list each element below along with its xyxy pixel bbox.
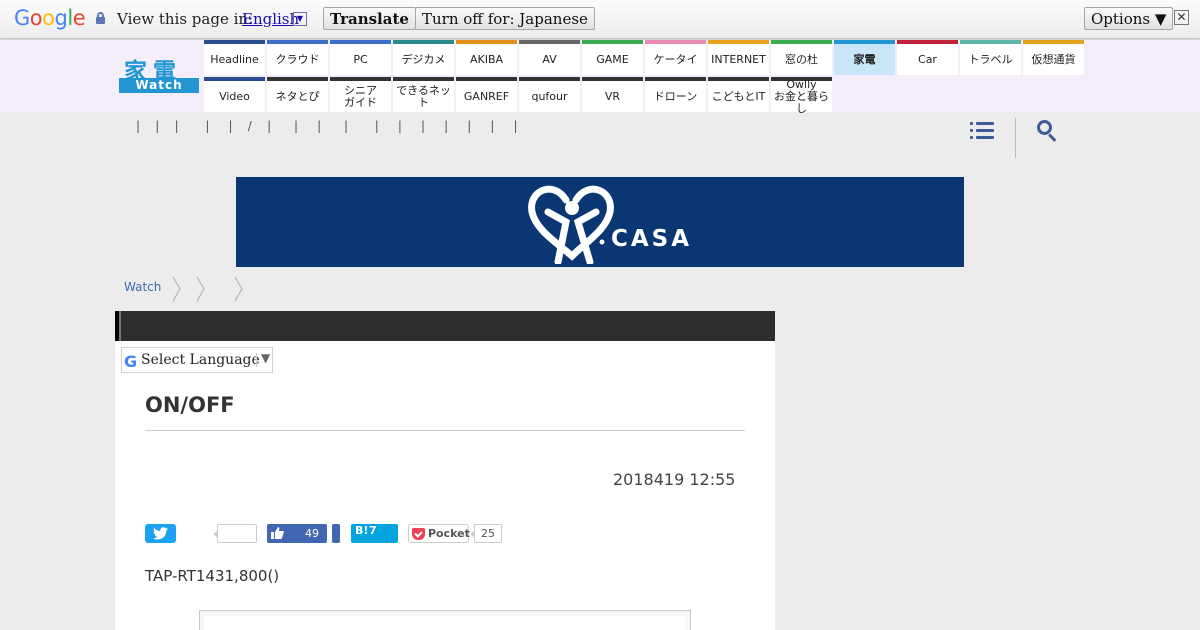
google-logo-letter: g bbox=[54, 6, 68, 30]
nav-item[interactable]: Video bbox=[204, 77, 265, 112]
pocket-label: Pocket bbox=[428, 527, 470, 540]
menu-icon[interactable] bbox=[970, 120, 994, 140]
ad-brand-text: CASA bbox=[611, 226, 693, 252]
nav-row-primary: Headline クラウド PC デジカメ AKIBA AV GAME ケータイ INTERNE… bbox=[204, 40, 1086, 75]
hatena-count: 7 bbox=[369, 524, 377, 537]
nav-item[interactable]: トラベル bbox=[960, 40, 1021, 75]
nav-item[interactable]: クラウド bbox=[267, 40, 328, 75]
breadcrumb-chevron-icon bbox=[196, 276, 205, 302]
lock-icon bbox=[96, 12, 105, 24]
close-icon[interactable]: ✕ bbox=[1174, 10, 1189, 25]
site-logo[interactable]: 家電 Watch bbox=[119, 52, 199, 96]
facebook-share-button[interactable] bbox=[332, 524, 340, 543]
nav-item[interactable]: GAME bbox=[582, 40, 643, 75]
google-logo: Google bbox=[14, 6, 86, 30]
pocket-icon bbox=[412, 528, 425, 540]
translate-bar: Google View this page in: English ▼ Tran… bbox=[0, 0, 1200, 39]
nav-item[interactable]: VR bbox=[582, 77, 643, 112]
article-date: 2018419 12:55 bbox=[613, 470, 736, 489]
nav-item[interactable]: Owlly お金と暮らし bbox=[771, 77, 832, 115]
facebook-like-button[interactable]: 49 bbox=[267, 524, 327, 543]
nav-item[interactable]: Car bbox=[897, 40, 958, 75]
breadcrumb-chevron-icon bbox=[172, 276, 181, 302]
google-g-icon: G bbox=[124, 352, 138, 371]
nav-item[interactable]: INTERNET bbox=[708, 40, 769, 75]
chevron-down-icon: ▼ bbox=[261, 351, 271, 365]
nav-item[interactable]: デジカメ bbox=[393, 40, 454, 75]
breadcrumb-watch[interactable]: Watch bbox=[124, 280, 161, 294]
hatena-icon: B! bbox=[355, 524, 369, 537]
article-content: G Select Language ▼ ON/OFF 2018419 12:55… bbox=[115, 311, 775, 630]
nav-item[interactable]: qufour bbox=[519, 77, 580, 112]
nav-item[interactable]: 仮想通貨 bbox=[1023, 40, 1084, 75]
nav-item[interactable]: ネタとぴ bbox=[267, 77, 328, 112]
title-divider bbox=[145, 430, 745, 431]
select-language-dropdown[interactable]: G Select Language ▼ bbox=[121, 347, 273, 373]
twitter-share-button[interactable] bbox=[145, 524, 176, 543]
google-logo-letter: o bbox=[42, 6, 55, 30]
nav-item[interactable]: AV bbox=[519, 40, 580, 75]
ad-banner[interactable]: CASA bbox=[236, 177, 964, 267]
google-logo-letter: o bbox=[29, 6, 43, 30]
article-lead: TAP-RT1431,800() bbox=[145, 567, 280, 585]
language-link[interactable]: English bbox=[242, 10, 299, 28]
translate-button[interactable]: Translate bbox=[323, 7, 416, 30]
facebook-count: 49 bbox=[305, 527, 319, 540]
twitter-icon bbox=[153, 527, 168, 540]
nav-row-secondary: Video ネタとぴ シニア ガイド できるネット GANREF qufour VR ドローン… bbox=[204, 77, 834, 115]
google-logo-letter: e bbox=[72, 6, 86, 30]
logo-watch: Watch bbox=[119, 78, 199, 93]
nav-item[interactable]: GANREF bbox=[456, 77, 517, 112]
hatena-bookmark-button[interactable]: B! 7 bbox=[351, 524, 398, 543]
article-image[interactable] bbox=[199, 610, 691, 630]
nav-item[interactable]: 窓の杜 bbox=[771, 40, 832, 75]
header-divider bbox=[1015, 118, 1016, 158]
nav-item[interactable]: Headline bbox=[204, 40, 265, 75]
nav-item[interactable]: AKIBA bbox=[456, 40, 517, 75]
google-logo-letter: G bbox=[14, 6, 30, 30]
options-button[interactable]: Options ▼ bbox=[1084, 7, 1174, 30]
nav-item[interactable]: シニア ガイド bbox=[330, 77, 391, 112]
pocket-button[interactable]: Pocket bbox=[408, 524, 470, 543]
nav-item[interactable]: こどもとIT bbox=[708, 77, 769, 112]
sub-navigation[interactable]: | | | | | / | | | | | | | | | | | bbox=[136, 119, 518, 133]
article-title: ON/OFF bbox=[145, 393, 235, 417]
view-page-label: View this page in: bbox=[117, 10, 254, 28]
section-bar bbox=[115, 311, 775, 341]
nav-item[interactable]: PC bbox=[330, 40, 391, 75]
thumbs-up-icon bbox=[271, 527, 284, 539]
nav-item[interactable]: ドローン bbox=[645, 77, 706, 112]
nav-item[interactable]: できるネット bbox=[393, 77, 454, 112]
language-dropdown-icon[interactable]: ▼ bbox=[293, 12, 307, 26]
pocket-count: 25 bbox=[470, 524, 502, 543]
search-icon[interactable] bbox=[1037, 120, 1061, 144]
breadcrumb-chevron-icon bbox=[234, 276, 243, 302]
site-header: 家電 Watch Headline クラウド PC デジカメ AKIBA AV GAME ケー… bbox=[0, 40, 1200, 115]
nav-item[interactable]: ケータイ bbox=[645, 40, 706, 75]
share-count-box bbox=[213, 524, 257, 543]
turn-off-button[interactable]: Turn off for: Japanese bbox=[415, 7, 595, 30]
select-language-label: Select Language bbox=[141, 352, 260, 368]
nav-item[interactable]: 家電 bbox=[834, 40, 895, 75]
